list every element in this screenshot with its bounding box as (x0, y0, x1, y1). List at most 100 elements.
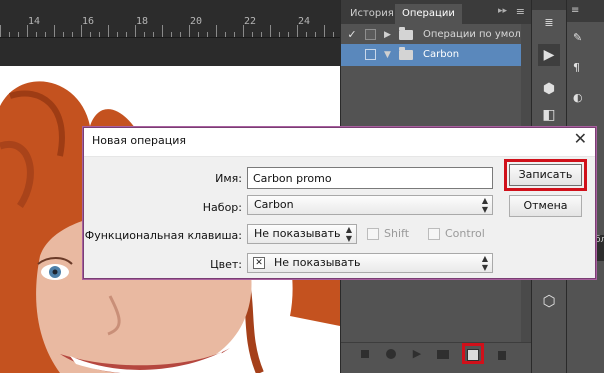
ruler-tick (270, 25, 271, 37)
ruler-tick (108, 25, 109, 37)
close-icon[interactable]: ✕ (574, 129, 587, 148)
new-set-folder-icon[interactable] (437, 348, 449, 360)
swatch-icon[interactable]: ◧ (538, 104, 560, 126)
tab-history[interactable]: История (343, 4, 401, 24)
expand-arrow-icon[interactable]: ▼ (384, 44, 391, 66)
ruler-tick (333, 32, 334, 37)
far-mini-tab: бл (595, 235, 604, 261)
adjust-icon[interactable]: ◐ (573, 90, 597, 106)
ruler-tick (90, 32, 91, 37)
ruler-tick (72, 32, 73, 37)
far-panel-tab[interactable]: ≡ (567, 0, 604, 22)
history-icon[interactable]: ≣ (538, 12, 560, 34)
ruler-tick (306, 32, 307, 37)
dialog-body: Имя: Набор: Carbon ▲▼ Функциональная кла… (84, 156, 595, 278)
function-key-select[interactable]: Не показывать ▲ ▼ (247, 224, 357, 244)
action-set-label: Carbon (423, 49, 460, 60)
set-select-value: Carbon (254, 198, 294, 211)
ruler-tick (279, 32, 280, 37)
color-select[interactable]: ✕ Не показывать ▲ ▼ (247, 253, 493, 273)
ruler-tick (189, 25, 190, 37)
action-set-label: Операции по умол... (423, 29, 531, 40)
collapse-icon[interactable]: ▸▸ (498, 6, 507, 16)
ruler-tick (207, 32, 208, 37)
updown-arrows-icon: ▲ ▼ (481, 196, 488, 214)
new-action-icon[interactable] (466, 348, 479, 361)
color-select-value: Не показывать (274, 256, 361, 269)
name-input[interactable] (247, 167, 493, 189)
dialog-title: Новая операция (92, 134, 187, 147)
ruler-tick (162, 25, 163, 37)
updown-arrows-icon: ▲ ▼ (345, 225, 352, 243)
ruler-tick (144, 32, 145, 37)
action-set-row-selected[interactable]: ▼ Carbon (341, 44, 521, 66)
panel-bottom-toolbar: ▶ (341, 342, 531, 364)
folder-icon (399, 27, 413, 40)
no-color-icon: ✕ (253, 257, 265, 269)
ruler-label: 24 (298, 16, 311, 27)
ruler-tick (153, 32, 154, 37)
expand-arrow-icon[interactable]: ▶ (384, 24, 391, 46)
ruler-tick (18, 32, 19, 37)
ruler-tick (315, 32, 316, 37)
ruler-tick (27, 25, 28, 37)
ruler-tick (36, 32, 37, 37)
ruler-label: 18 (136, 16, 149, 27)
actions-play-icon[interactable]: ▶ (538, 44, 560, 66)
name-label: Имя: (215, 172, 242, 185)
panel-tab-bar: История Операции ▸▸ ≡ (341, 0, 531, 24)
control-checkbox[interactable] (428, 228, 440, 240)
cube-icon[interactable]: ⬡ (538, 290, 560, 312)
ruler-tick (261, 32, 262, 37)
dialog-toggle-box[interactable] (365, 29, 376, 40)
ruler-tick (252, 32, 253, 37)
play-icon[interactable]: ▶ (411, 348, 423, 360)
trash-icon[interactable] (496, 348, 508, 360)
horizontal-ruler: 14 16 18 20 22 24 (0, 0, 340, 38)
ruler-label: 20 (190, 16, 203, 27)
set-label: Набор: (202, 201, 242, 214)
record-icon[interactable] (385, 348, 397, 360)
ruler-tick (324, 25, 325, 37)
ruler-tick (234, 32, 235, 37)
ruler-label: 22 (244, 16, 257, 27)
function-key-value: Не показывать (254, 227, 341, 240)
tab-actions[interactable]: Операции (395, 4, 462, 24)
3d-layers-icon[interactable]: ⬢ (538, 78, 560, 100)
new-action-dialog: Новая операция ✕ Имя: Набор: Carbon ▲▼ Ф… (83, 127, 596, 279)
ruler-tick (0, 25, 1, 37)
toggle-check-icon[interactable]: ✓ (345, 24, 359, 46)
ruler-tick (117, 32, 118, 37)
brush-icon[interactable]: ✎ (573, 30, 597, 46)
function-key-label: Функциональная клавиша: (84, 229, 242, 242)
ruler-tick (54, 25, 55, 37)
ruler-tick (288, 32, 289, 37)
updown-arrows-icon: ▲ ▼ (481, 254, 488, 272)
ruler-tick (45, 32, 46, 37)
panel-menu-icon[interactable]: ≡ (516, 5, 525, 18)
shift-checkbox[interactable] (367, 228, 379, 240)
ruler-tick (198, 32, 199, 37)
ruler-tick (99, 32, 100, 37)
ruler-tick (225, 32, 226, 37)
ruler-tick (180, 32, 181, 37)
ruler-tick (63, 32, 64, 37)
photoshop-workspace: 14 16 18 20 22 24 История Операции ▸▸ ≡ … (0, 0, 604, 373)
stop-icon[interactable] (359, 348, 371, 360)
folder-icon (399, 47, 413, 60)
set-select[interactable]: Carbon ▲ ▼ (247, 195, 493, 215)
ruler-tick (297, 25, 298, 37)
ruler-tick (9, 32, 10, 37)
ruler-label: 16 (82, 16, 95, 27)
shift-checkbox-label: Shift (384, 227, 410, 240)
cancel-button[interactable]: Отмена (509, 195, 582, 217)
ruler-label: 14 (28, 16, 41, 27)
dialog-toggle-box[interactable] (365, 49, 376, 60)
strip-header (532, 0, 567, 10)
ruler-tick (216, 25, 217, 37)
ruler-tick (126, 32, 127, 37)
ruler-tick (81, 25, 82, 37)
record-button[interactable]: Записать (509, 164, 582, 186)
type-icon[interactable]: ¶ (573, 60, 597, 76)
action-set-row[interactable]: ✓ ▶ Операции по умол... (341, 24, 530, 46)
